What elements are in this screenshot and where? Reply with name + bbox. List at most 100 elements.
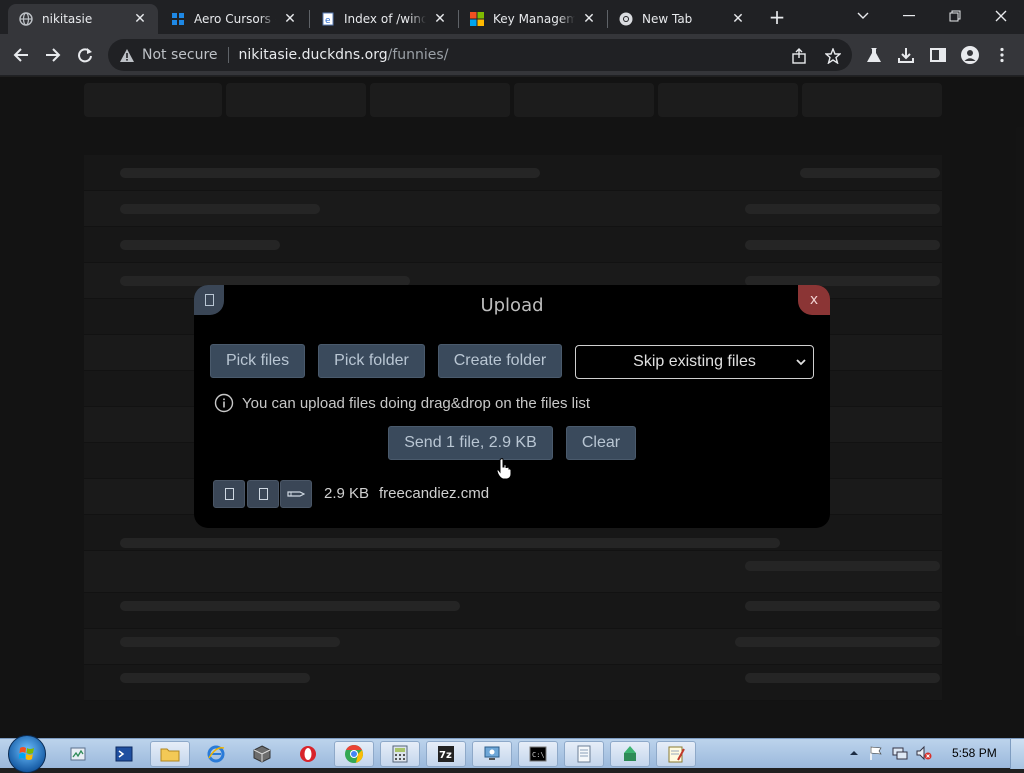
close-icon bbox=[995, 10, 1007, 22]
url-path: /funnies/ bbox=[387, 47, 449, 63]
reload-button[interactable] bbox=[70, 40, 100, 70]
chrome-icon bbox=[618, 11, 634, 27]
windows-logo-icon bbox=[18, 747, 34, 760]
window-close-button[interactable] bbox=[978, 2, 1024, 30]
close-icon[interactable]: ✕ bbox=[432, 11, 448, 27]
file-icon bbox=[258, 488, 268, 500]
close-icon[interactable]: ✕ bbox=[581, 11, 597, 27]
taskbar-app-internet-explorer[interactable] bbox=[196, 741, 236, 767]
security-label[interactable]: Not secure bbox=[142, 47, 218, 63]
arrow-right-icon bbox=[46, 48, 61, 62]
tab-title: Aero Cursors – W bbox=[194, 12, 276, 26]
hand-cursor-icon bbox=[496, 458, 512, 480]
clear-button[interactable]: Clear bbox=[566, 426, 636, 460]
svg-text:7z: 7z bbox=[439, 750, 452, 761]
taskbar-app-notepad[interactable] bbox=[564, 741, 604, 767]
dialog-close-button[interactable]: x bbox=[798, 285, 830, 315]
file-icon bbox=[224, 488, 234, 500]
info-icon bbox=[214, 393, 234, 413]
pick-files-button[interactable]: Pick files bbox=[210, 344, 305, 378]
start-button[interactable] bbox=[8, 735, 46, 773]
microsoft-icon bbox=[469, 11, 485, 27]
rename-file-button[interactable] bbox=[280, 480, 312, 508]
minimize-icon bbox=[903, 15, 915, 17]
browser-toolbar: Not secure nikitasie.duckdns.org/funnies… bbox=[0, 34, 1024, 76]
svg-text:C:\: C:\ bbox=[532, 751, 545, 759]
bookmark-star-icon[interactable] bbox=[824, 47, 842, 65]
upload-dialog: Upload x Pick files Pick folder Create f… bbox=[194, 285, 830, 528]
side-panel-icon[interactable] bbox=[928, 45, 948, 65]
taskbar-app-calculator[interactable] bbox=[380, 741, 420, 767]
taskbar-app-opera[interactable] bbox=[288, 741, 328, 767]
network-icon[interactable] bbox=[892, 745, 908, 761]
chevron-down-icon bbox=[857, 12, 869, 19]
document-icon bbox=[577, 745, 591, 763]
upload-mode-select[interactable]: Skip existing files bbox=[575, 345, 814, 379]
restore-button[interactable] bbox=[932, 2, 978, 30]
tab-nikitasie[interactable]: nikitasie ✕ bbox=[8, 4, 158, 34]
arrow-left-icon bbox=[13, 48, 28, 62]
package-icon bbox=[253, 745, 271, 763]
taskbar-app-chrome[interactable] bbox=[334, 741, 374, 767]
minimize-button[interactable] bbox=[886, 2, 932, 30]
chevron-down-icon bbox=[796, 359, 806, 366]
create-folder-button[interactable]: Create folder bbox=[438, 344, 562, 378]
command-prompt-icon: C:\ bbox=[529, 746, 547, 762]
taskbar-app-explorer[interactable] bbox=[150, 741, 190, 767]
taskbar-app-network-tool[interactable] bbox=[610, 741, 650, 767]
volume-muted-icon[interactable] bbox=[916, 745, 932, 761]
pick-folder-button[interactable]: Pick folder bbox=[318, 344, 425, 378]
svg-text:e: e bbox=[325, 16, 331, 26]
forward-button[interactable] bbox=[38, 40, 68, 70]
restore-icon bbox=[949, 10, 961, 22]
show-desktop-button[interactable] bbox=[1010, 739, 1024, 769]
taskbar-clock[interactable]: 5:58 PM bbox=[952, 746, 997, 760]
close-icon[interactable]: ✕ bbox=[730, 11, 746, 27]
file-name: freecandiez.cmd bbox=[379, 485, 490, 502]
network-tool-icon bbox=[624, 746, 636, 761]
labs-flask-icon[interactable] bbox=[864, 45, 884, 65]
taskbar-app-remote[interactable] bbox=[472, 741, 512, 767]
taskbar-app-cmd[interactable]: C:\ bbox=[518, 741, 558, 767]
notepad-icon bbox=[668, 746, 685, 763]
reload-icon bbox=[78, 48, 92, 63]
ie-page-icon: e bbox=[320, 11, 336, 27]
powershell-icon bbox=[115, 746, 133, 762]
tab-key-management[interactable]: Key Managemen ✕ bbox=[459, 4, 607, 34]
file-action-button[interactable] bbox=[213, 480, 245, 508]
file-action-button[interactable] bbox=[247, 480, 279, 508]
download-icon[interactable] bbox=[896, 45, 916, 65]
taskbar-app-package[interactable] bbox=[242, 741, 282, 767]
drag-drop-hint: You can upload files doing drag&drop on … bbox=[214, 393, 590, 413]
pencil-icon bbox=[287, 491, 305, 497]
tab-title: Key Managemen bbox=[493, 12, 575, 26]
taskbar-app-powershell[interactable] bbox=[104, 741, 144, 767]
select-value: Skip existing files bbox=[633, 353, 756, 370]
windows-taskbar: 7z C:\ 5:58 PM bbox=[0, 735, 1024, 773]
warning-icon[interactable] bbox=[120, 47, 136, 63]
tab-index-of-windows[interactable]: e Index of /windo ✕ bbox=[310, 4, 458, 34]
action-center-flag-icon[interactable] bbox=[868, 745, 884, 761]
calculator-icon bbox=[392, 745, 408, 763]
taskbar-app-notepad-plus[interactable] bbox=[656, 741, 696, 767]
globe-icon bbox=[18, 11, 34, 27]
tab-aero-cursors[interactable]: Aero Cursors – W ✕ bbox=[160, 4, 308, 34]
remote-desktop-icon bbox=[484, 746, 500, 760]
folder-icon bbox=[160, 748, 180, 762]
menu-kebab-icon[interactable] bbox=[992, 45, 1012, 65]
taskbar-app-7zip[interactable]: 7z bbox=[426, 741, 466, 767]
file-size: 2.9 KB bbox=[324, 485, 370, 502]
new-tab-button[interactable]: + bbox=[766, 6, 788, 28]
taskbar-app-task-manager[interactable] bbox=[58, 741, 98, 767]
tab-new-tab[interactable]: New Tab ✕ bbox=[608, 4, 756, 34]
close-icon[interactable]: ✕ bbox=[282, 11, 298, 27]
hint-text: You can upload files doing drag&drop on … bbox=[242, 394, 591, 412]
tab-search-button[interactable] bbox=[840, 2, 886, 30]
show-hidden-icons-icon[interactable] bbox=[846, 745, 862, 761]
share-icon[interactable] bbox=[790, 47, 808, 65]
send-files-button[interactable]: Send 1 file, 2.9 KB bbox=[388, 426, 553, 460]
back-button[interactable] bbox=[6, 40, 36, 70]
close-icon[interactable]: ✕ bbox=[132, 11, 148, 27]
address-bar[interactable]: Not secure nikitasie.duckdns.org/funnies… bbox=[108, 39, 852, 71]
profile-avatar-icon[interactable] bbox=[960, 45, 980, 65]
